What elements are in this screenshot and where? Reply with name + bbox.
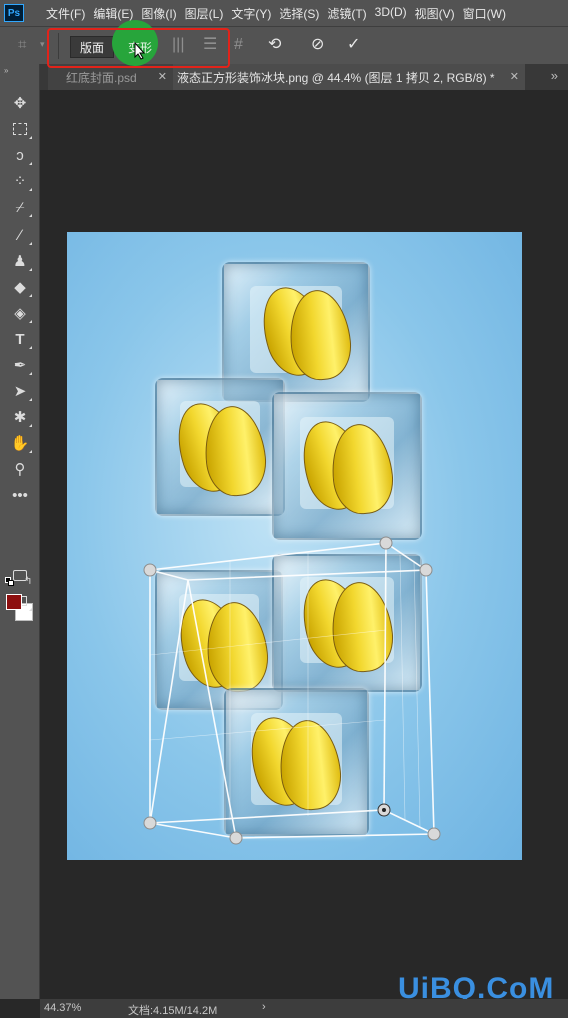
menu-items: 文件(F) 编辑(E) 图像(I) 图层(L) 文字(Y) 选择(S) 滤镜(T…: [46, 5, 514, 22]
menu-3d[interactable]: 3D(D): [375, 5, 415, 22]
menu-filter[interactable]: 滤镜(T): [327, 5, 374, 22]
menu-select[interactable]: 选择(S): [279, 5, 327, 22]
menu-edit[interactable]: 编辑(E): [93, 5, 141, 22]
more-icon[interactable]: •••: [8, 484, 32, 506]
fill-icon[interactable]: ◈: [8, 302, 32, 324]
tools-panel: » ✥ ↄ ⁘ ⌿ ∕ ♟ ◆ ◈ T ✒ ➤ ✱ ✋ ⚲ ••• ↰: [0, 64, 40, 999]
chevron-right-icon[interactable]: ›: [262, 1001, 266, 1013]
quick-mask-icon[interactable]: [8, 564, 32, 586]
chevron-down-icon[interactable]: ▾: [40, 39, 45, 50]
cancel-icon[interactable]: ⊘: [311, 37, 324, 53]
pen-icon[interactable]: ✒: [8, 354, 32, 376]
ice-cube: [224, 688, 369, 836]
menu-image[interactable]: 图像(I): [141, 5, 184, 22]
brush-icon[interactable]: ∕: [8, 224, 32, 246]
stamp-icon[interactable]: ♟: [8, 250, 32, 272]
move-icon[interactable]: ✥: [8, 92, 32, 114]
hand-icon[interactable]: ✋: [8, 432, 32, 454]
tab-title: 液态正方形装饰冰块.png @ 44.4% (图层 1 拷贝 2, RGB/8)…: [177, 70, 495, 85]
menu-window[interactable]: 窗口(W): [463, 5, 514, 22]
commit-icon[interactable]: ✓: [347, 37, 360, 53]
marquee-icon[interactable]: [8, 118, 32, 140]
ice-cube: [155, 378, 285, 516]
mouse-cursor-icon: [134, 42, 146, 60]
document-size: 文档:4.15M/14.2M: [128, 1005, 218, 1017]
more-tabs-icon[interactable]: »: [551, 68, 558, 83]
reset-icon[interactable]: ⟲: [268, 37, 281, 53]
quick-select-icon[interactable]: ⁘: [8, 170, 32, 192]
menu-file[interactable]: 文件(F): [46, 5, 93, 22]
tab-title: 红底封面.psd: [66, 70, 137, 85]
grid-icon[interactable]: #: [234, 37, 243, 53]
menu-layer[interactable]: 图层(L): [185, 5, 232, 22]
eraser-icon[interactable]: ◆: [8, 276, 32, 298]
lasso-icon[interactable]: ↄ: [8, 144, 32, 166]
zoom-icon[interactable]: ⚲: [8, 458, 32, 480]
menu-type[interactable]: 文字(Y): [231, 5, 279, 22]
type-icon[interactable]: T: [8, 328, 32, 350]
ice-cube: [272, 554, 422, 692]
canvas-area[interactable]: [40, 90, 568, 1000]
eyedropper-icon[interactable]: ⌿: [8, 196, 32, 218]
document-canvas[interactable]: [67, 232, 522, 860]
photoshop-logo: Ps: [4, 4, 24, 22]
close-icon[interactable]: ✕: [158, 70, 167, 83]
menu-view[interactable]: 视图(V): [415, 5, 463, 22]
collapse-icon[interactable]: »: [4, 66, 8, 75]
shape-icon[interactable]: ✱: [8, 406, 32, 428]
menu-bar: Ps 文件(F) 编辑(E) 图像(I) 图层(L) 文字(Y) 选择(S) 滤…: [0, 0, 568, 26]
zoom-level[interactable]: 44.37%: [44, 1002, 81, 1014]
status-bar: 44.37% 文档:4.15M/14.2M ›: [40, 999, 568, 1018]
ice-cube: [272, 392, 422, 540]
foreground-color-swatch[interactable]: [6, 594, 22, 610]
close-icon[interactable]: ✕: [510, 70, 519, 83]
path-select-icon[interactable]: ➤: [8, 380, 32, 402]
perspective-warp-tool-icon[interactable]: ⌗: [18, 36, 26, 53]
